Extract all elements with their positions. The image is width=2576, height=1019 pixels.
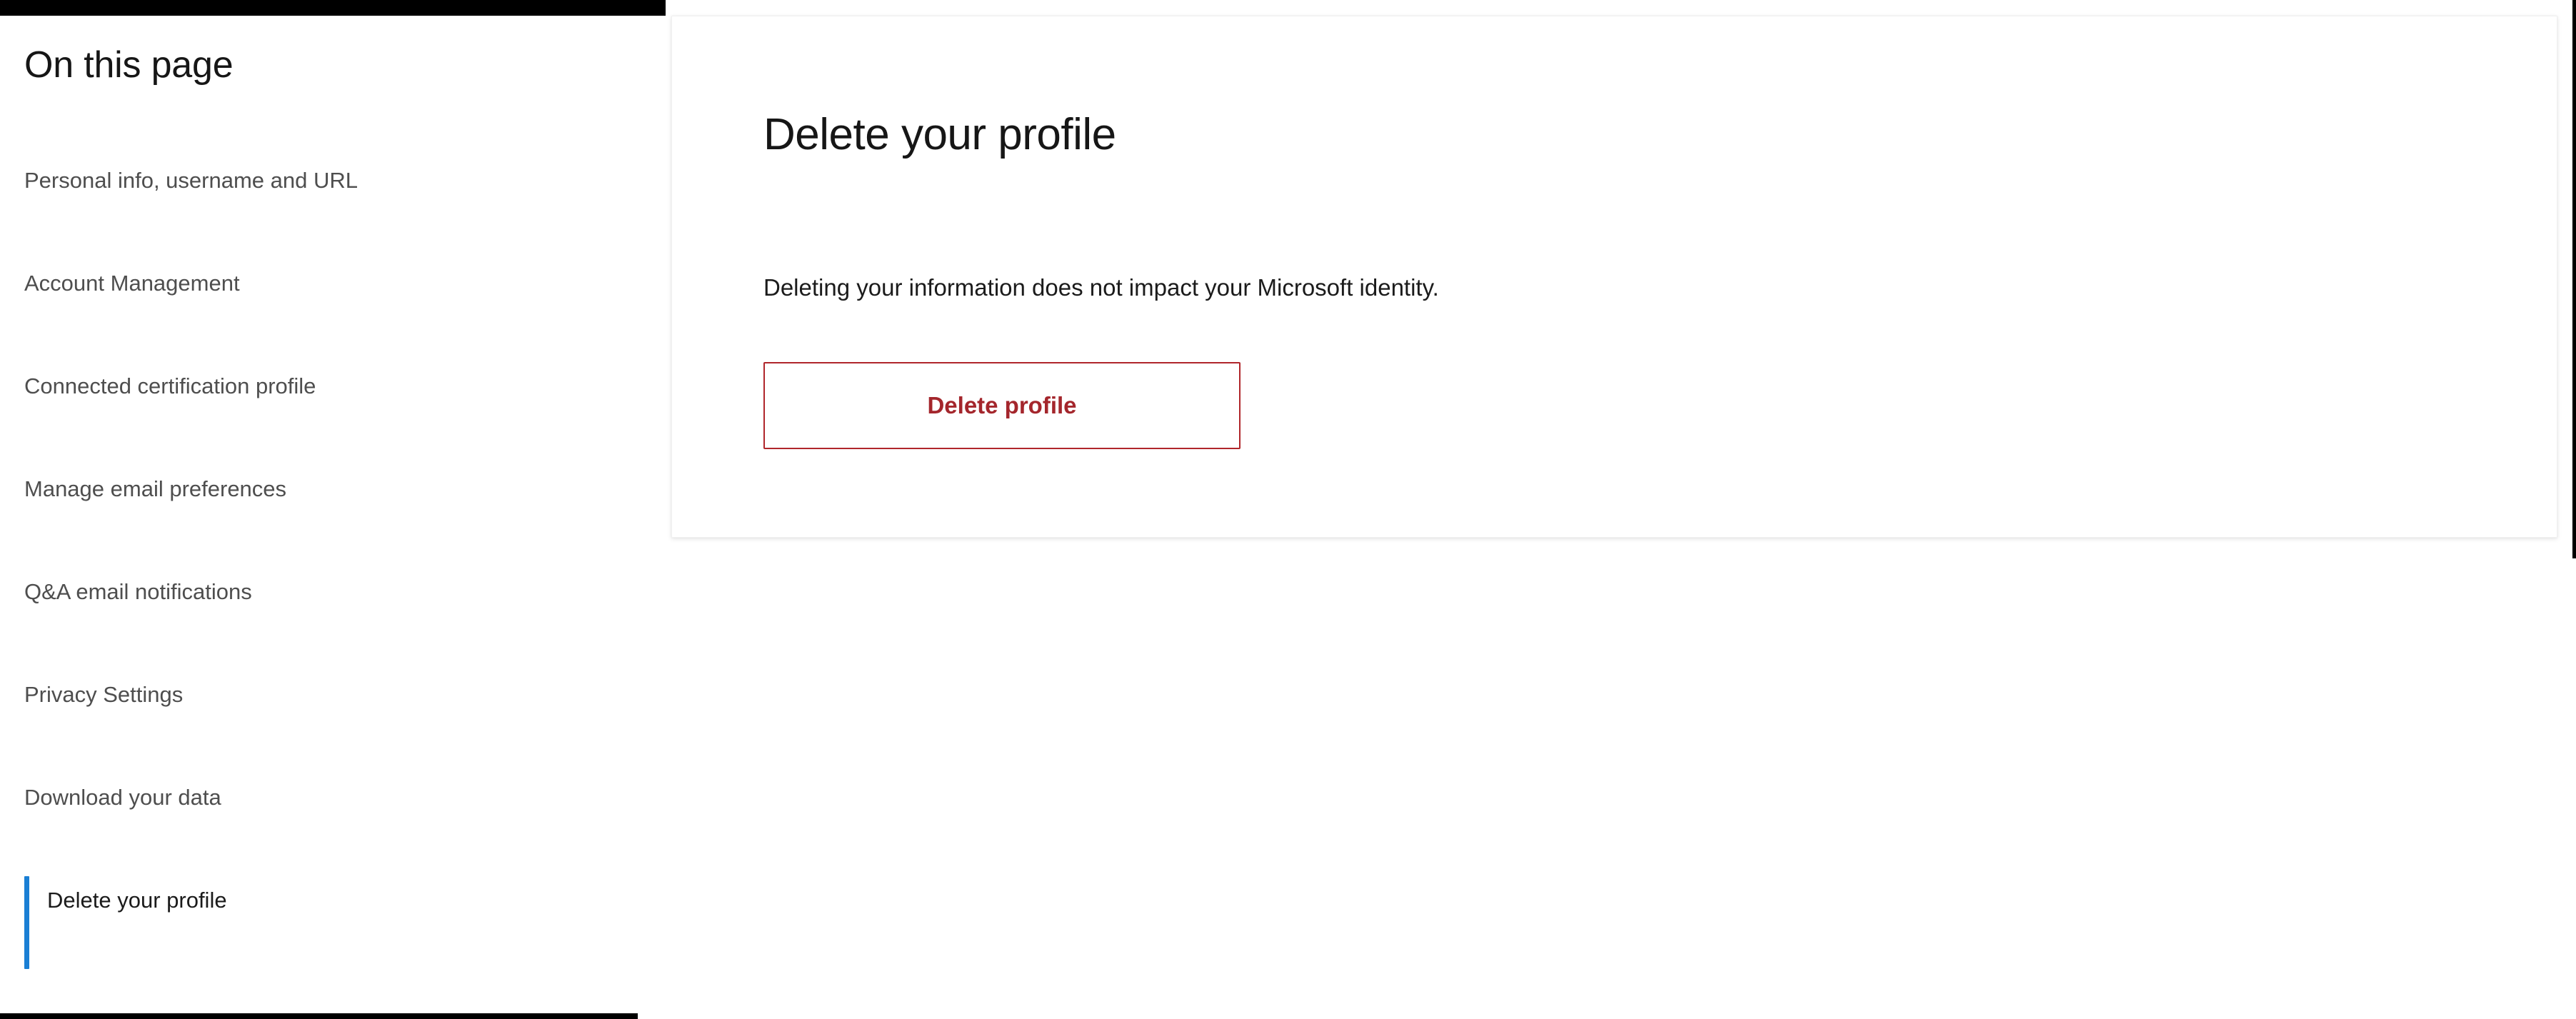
sidebar-item-privacy-settings[interactable]: Privacy Settings xyxy=(0,683,666,786)
sidebar-item-manage-email-preferences[interactable]: Manage email preferences xyxy=(0,478,666,581)
delete-profile-description: Deleting your information does not impac… xyxy=(763,274,1439,301)
sidebar-item-personal-info[interactable]: Personal info, username and URL xyxy=(0,169,666,272)
bottom-chrome-bar xyxy=(0,1013,638,1019)
sidebar-item-label[interactable]: Privacy Settings xyxy=(0,683,183,706)
sidebar-item-label[interactable]: Personal info, username and URL xyxy=(0,169,358,191)
top-chrome-bar xyxy=(0,0,666,16)
sidebar-item-delete-your-profile[interactable]: Delete your profile xyxy=(0,876,666,992)
delete-profile-panel: Delete your profile Deleting your inform… xyxy=(671,16,2557,538)
page-title: Delete your profile xyxy=(763,110,1116,159)
sidebar-item-connected-certification-profile[interactable]: Connected certification profile xyxy=(0,375,666,478)
selected-indicator-bar xyxy=(24,876,29,969)
sidebar-item-label[interactable]: Manage email preferences xyxy=(0,478,286,500)
on-this-page-title: On this page xyxy=(24,44,234,86)
sidebar-item-qa-email-notifications[interactable]: Q&A email notifications xyxy=(0,581,666,683)
delete-profile-button[interactable]: Delete profile xyxy=(763,362,1241,449)
sidebar-item-download-your-data[interactable]: Download your data xyxy=(0,786,666,889)
sidebar-item-label[interactable]: Delete your profile xyxy=(0,889,227,911)
right-chrome-bar xyxy=(2572,0,2576,558)
sidebar-item-account-management[interactable]: Account Management xyxy=(0,272,666,375)
sidebar-item-label[interactable]: Account Management xyxy=(0,272,240,294)
sidebar-item-label[interactable]: Connected certification profile xyxy=(0,375,316,397)
page-root: On this page Personal info, username and… xyxy=(0,0,2576,1019)
sidebar-item-label[interactable]: Download your data xyxy=(0,786,221,808)
on-this-page-list: Personal info, username and URL Account … xyxy=(0,169,666,992)
on-this-page-sidebar: On this page Personal info, username and… xyxy=(0,16,666,1013)
delete-profile-panel-body: Delete your profile Deleting your inform… xyxy=(672,16,2557,537)
sidebar-item-label[interactable]: Q&A email notifications xyxy=(0,581,252,603)
